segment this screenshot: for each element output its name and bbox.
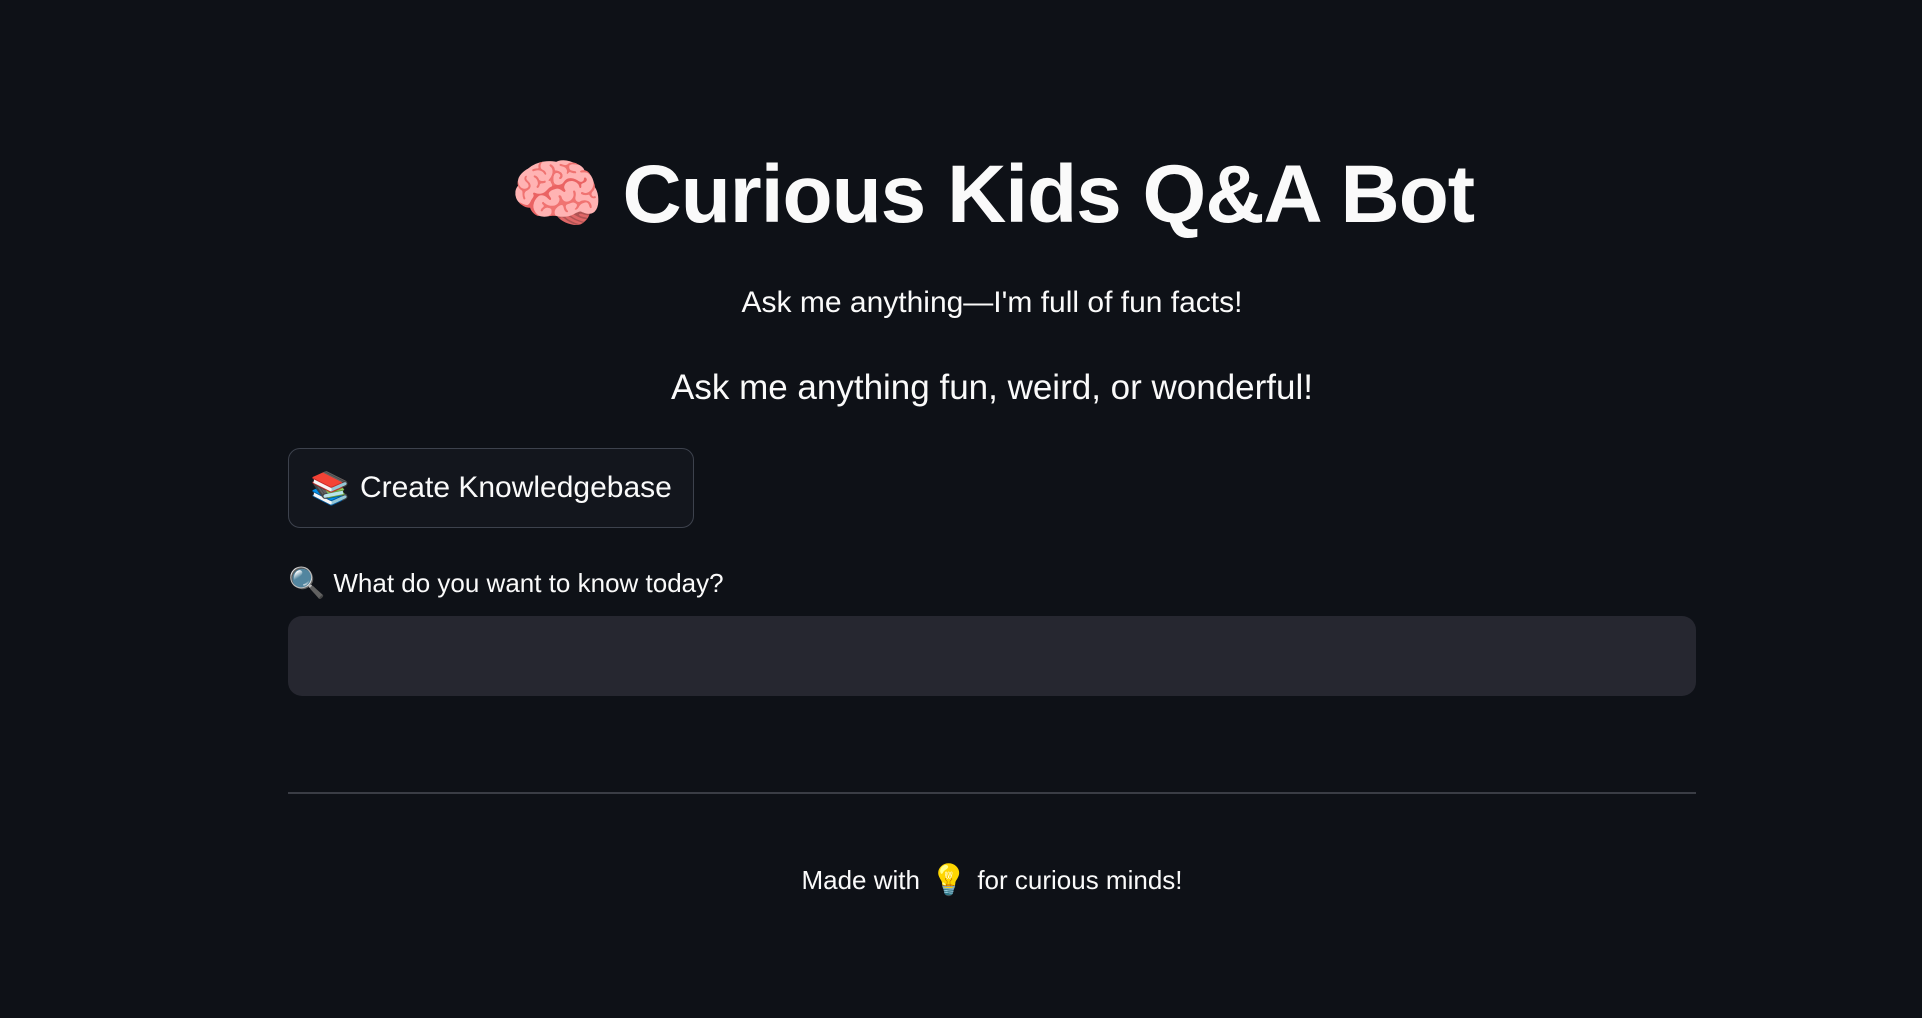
page-subtitle: Ask me anything—I'm full of fun facts!: [741, 286, 1243, 319]
page-tagline: Ask me anything fun, weird, or wonderful…: [671, 368, 1313, 407]
question-field-label: 🔍 What do you want to know today?: [288, 564, 724, 602]
brain-icon: 🧠: [509, 152, 605, 237]
question-label-text: What do you want to know today?: [333, 567, 724, 598]
create-knowledgebase-label: Create Knowledgebase: [359, 471, 672, 504]
create-knowledgebase-button[interactable]: 📚 Create Knowledgebase: [288, 448, 694, 528]
magnifying-glass-icon: 🔍: [288, 566, 326, 600]
footer: Made with 💡 for curious minds!: [288, 860, 1696, 900]
question-input[interactable]: [288, 616, 1696, 696]
divider: [288, 792, 1696, 794]
app-page: 🧠 Curious Kids Q&A Bot Ask me anything—I…: [0, 0, 1922, 1018]
footer-prefix: Made with: [801, 864, 920, 895]
footer-suffix: for curious minds!: [977, 864, 1183, 895]
page-title: 🧠 Curious Kids Q&A Bot: [288, 140, 1696, 250]
page-title-text: Curious Kids Q&A Bot: [622, 149, 1476, 240]
books-icon: 📚: [310, 470, 350, 506]
light-bulb-icon: 💡: [929, 863, 968, 897]
